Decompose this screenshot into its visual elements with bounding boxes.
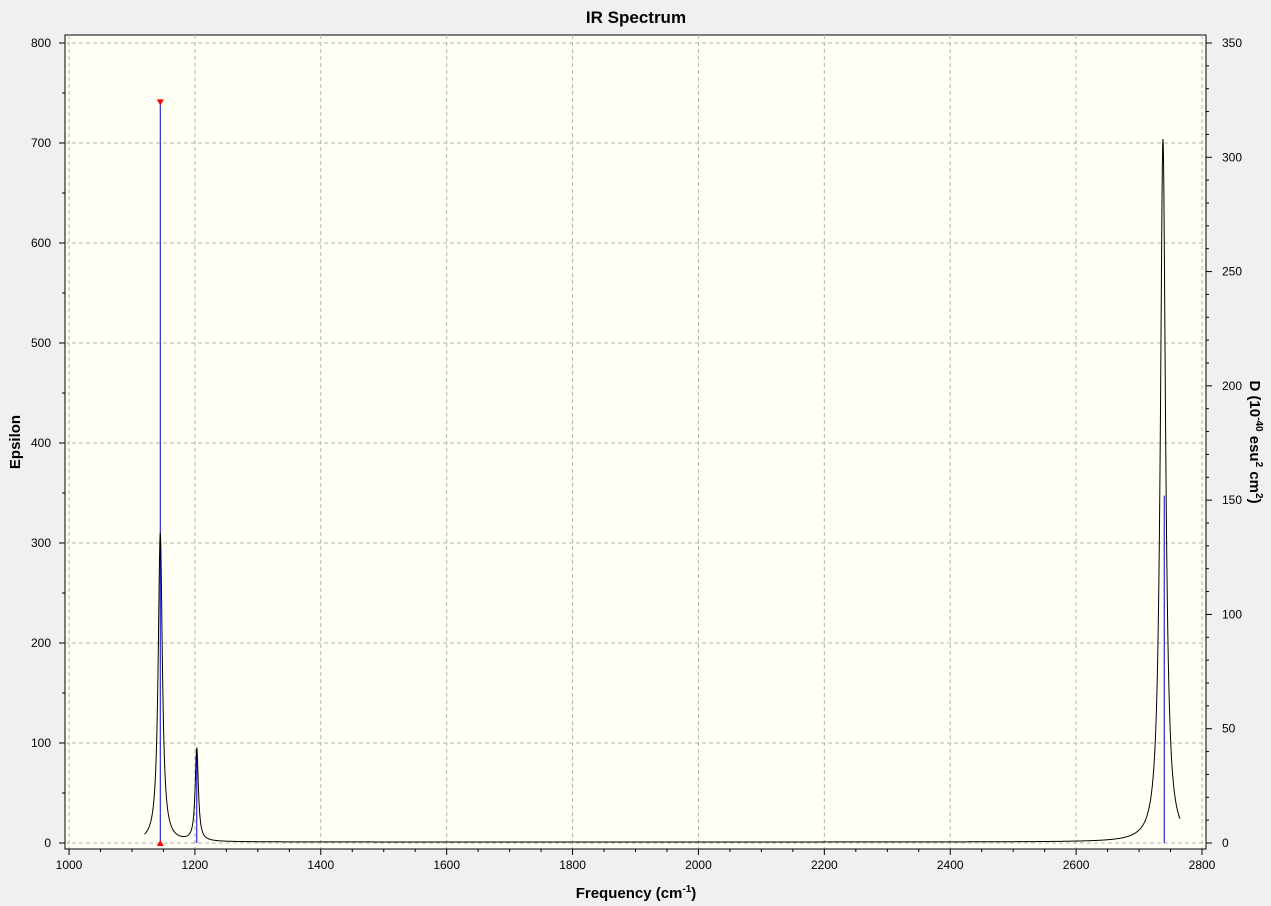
chart-svg: IR Spectrum 1000 1200 1400 1600 1800 2000 2200… [7,8,1264,902]
x-tick-label: 2200 [811,858,838,872]
y-right-tick-label: 100 [1222,607,1242,621]
x-axis: 1000 1200 1400 1600 1800 2000 2200 2400 2600 2800 [56,848,1216,872]
plot-area[interactable] [64,34,1207,850]
x-axis-label: Frequency (cm-1) [576,884,697,902]
y-axis-left-label: Epsilon [7,415,24,469]
y-left-tick-label: 800 [31,36,51,50]
y-axis-right: 0 50 100 150 200 250 300 350 [1206,36,1242,850]
y-left-tick-label: 600 [31,236,51,250]
x-tick-label: 1000 [56,858,83,872]
chart-title: IR Spectrum [586,8,686,27]
x-tick-label: 2000 [685,858,712,872]
y-left-tick-label: 0 [44,836,51,850]
ir-spectrum-chart: IR Spectrum 1000 1200 1400 1600 1800 2000 2200… [0,0,1271,906]
y-left-tick-label: 300 [31,536,51,550]
y-left-tick-label: 400 [31,436,51,450]
x-tick-label: 2400 [937,858,964,872]
y-right-tick-label: 200 [1222,379,1242,393]
y-left-tick-label: 700 [31,136,51,150]
y-left-tick-label: 200 [31,636,51,650]
x-tick-label: 1600 [433,858,460,872]
y-right-tick-label: 50 [1222,722,1236,736]
y-left-tick-label: 500 [31,336,51,350]
y-right-tick-label: 250 [1222,265,1242,279]
y-axis-right-label: D (10-40 esu2 cm2) [1246,380,1264,503]
y-right-tick-label: 300 [1222,150,1242,164]
x-tick-label: 1400 [307,858,334,872]
y-axis-left: 0 100 200 300 400 500 600 700 800 [31,36,65,850]
y-right-tick-label: 350 [1222,36,1242,50]
y-left-tick-label: 100 [31,736,51,750]
y-right-tick-label: 0 [1222,836,1229,850]
x-tick-label: 1200 [182,858,209,872]
x-tick-label: 2600 [1063,858,1090,872]
y-right-tick-label: 150 [1222,493,1242,507]
x-tick-label: 1800 [559,858,586,872]
x-tick-label: 2800 [1189,858,1216,872]
